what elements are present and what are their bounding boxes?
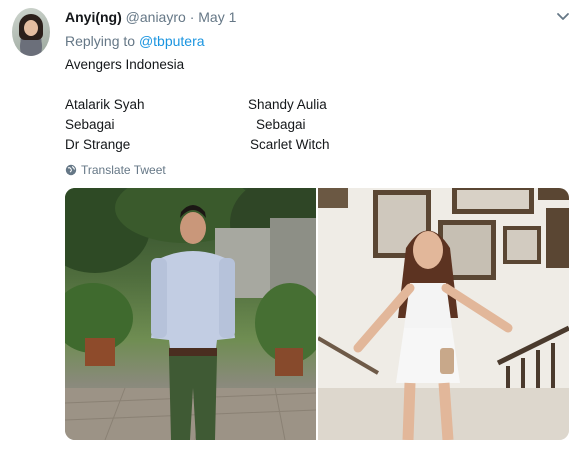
user-handle[interactable]: @aniayro: [126, 9, 186, 25]
cast-left-name: Atalarik Syah: [65, 97, 145, 112]
tweet-media: [65, 188, 569, 440]
replying-prefix: Replying to: [65, 33, 136, 49]
cast-right-name: Shandy Aulia: [248, 97, 327, 112]
avatar-face: [24, 20, 38, 36]
tweet: Anyi(ng) @aniayro · May 1 Replying to @t…: [0, 0, 582, 451]
globe-icon: [65, 164, 77, 176]
display-name[interactable]: Anyi(ng): [65, 9, 122, 25]
replying-to: Replying to @tbputera: [65, 33, 205, 49]
photo-man[interactable]: [65, 188, 316, 440]
tweet-date[interactable]: May 1: [198, 9, 236, 25]
photo-man-illustration: [65, 188, 316, 440]
chevron-down-icon[interactable]: [556, 12, 570, 22]
tweet-header: Anyi(ng) @aniayro · May 1: [65, 9, 236, 25]
cast-right-role: Scarlet Witch: [250, 137, 330, 152]
photo-woman[interactable]: [318, 188, 569, 440]
translate-tweet-button[interactable]: Translate Tweet: [65, 163, 166, 177]
reply-mention-link[interactable]: @tbputera: [139, 33, 205, 49]
cast-right-as: Sebagai: [256, 117, 306, 132]
avatar[interactable]: [12, 8, 50, 56]
separator: ·: [189, 9, 195, 25]
photo-woman-illustration: [318, 188, 569, 440]
cast-left-role: Dr Strange: [65, 137, 131, 152]
cast-left-as: Sebagai: [65, 117, 115, 132]
translate-label: Translate Tweet: [81, 163, 166, 177]
tweet-title-line: Avengers Indonesia: [65, 57, 185, 72]
